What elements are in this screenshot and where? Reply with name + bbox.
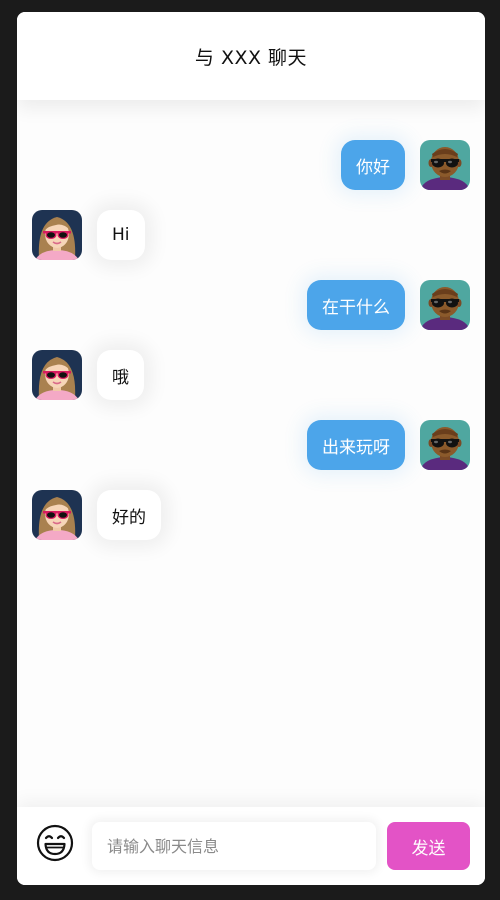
message-row: 在干什么 <box>17 280 485 332</box>
contact-avatar[interactable] <box>32 210 82 260</box>
received-message-bubble: 好的 <box>97 490 161 540</box>
send-button[interactable]: 发送 <box>387 822 470 870</box>
contact-avatar[interactable] <box>32 490 82 540</box>
received-message-bubble: Hi <box>97 210 145 260</box>
chat-header: 与 XXX 聊天 <box>17 12 485 100</box>
chat-footer: 发送 <box>17 807 485 885</box>
sent-message-bubble: 在干什么 <box>307 280 405 330</box>
message-list[interactable]: 你好 Hi 在干什么哦出来玩呀好的 <box>17 100 485 805</box>
my-avatar[interactable] <box>420 280 470 330</box>
message-row: Hi <box>17 210 485 262</box>
message-row: 哦 <box>17 350 485 402</box>
my-avatar[interactable] <box>420 140 470 190</box>
chat-title: 与 XXX 聊天 <box>194 46 308 69</box>
sent-message-bubble: 出来玩呀 <box>307 420 405 470</box>
message-row: 出来玩呀 <box>17 420 485 472</box>
message-input-wrapper <box>92 822 376 870</box>
message-input[interactable] <box>92 822 376 870</box>
sent-message-bubble: 你好 <box>341 140 405 190</box>
chat-window: 与 XXX 聊天 你好 Hi 在干什么哦出来玩呀好的 发送 <box>17 12 485 885</box>
message-row: 你好 <box>17 140 485 192</box>
received-message-bubble: 哦 <box>97 350 144 400</box>
grinning-face-icon[interactable] <box>36 824 74 862</box>
contact-avatar[interactable] <box>32 350 82 400</box>
my-avatar[interactable] <box>420 420 470 470</box>
message-row: 好的 <box>17 490 485 542</box>
